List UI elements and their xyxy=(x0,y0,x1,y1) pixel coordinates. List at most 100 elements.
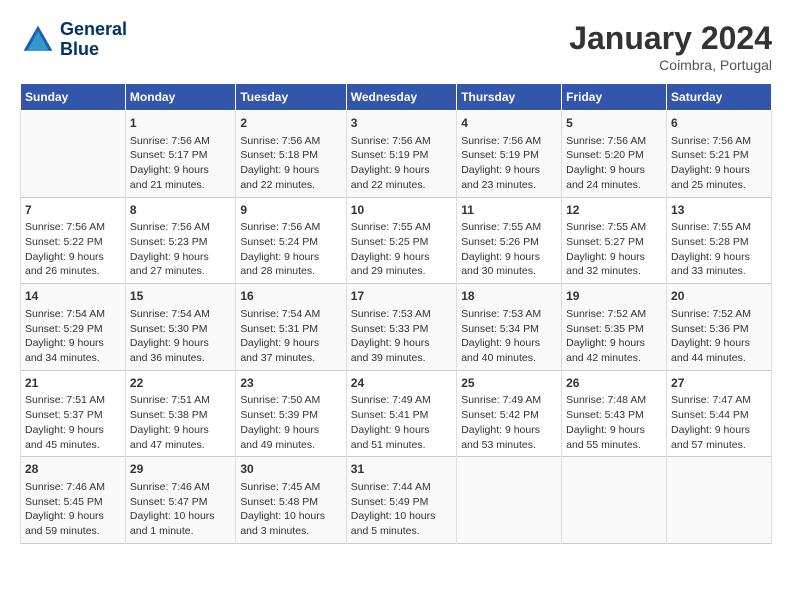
calendar-cell: 22Sunrise: 7:51 AM Sunset: 5:38 PM Dayli… xyxy=(125,370,235,457)
calendar-week-row: 21Sunrise: 7:51 AM Sunset: 5:37 PM Dayli… xyxy=(21,370,772,457)
day-info: Sunrise: 7:56 AM Sunset: 5:24 PM Dayligh… xyxy=(240,220,341,279)
day-info: Sunrise: 7:56 AM Sunset: 5:23 PM Dayligh… xyxy=(130,220,231,279)
calendar-cell: 24Sunrise: 7:49 AM Sunset: 5:41 PM Dayli… xyxy=(346,370,456,457)
day-number: 13 xyxy=(671,202,767,219)
day-info: Sunrise: 7:53 AM Sunset: 5:34 PM Dayligh… xyxy=(461,307,557,366)
calendar-cell: 9Sunrise: 7:56 AM Sunset: 5:24 PM Daylig… xyxy=(236,197,346,284)
calendar-body: 1 Sunrise: 7:56 AM Sunset: 5:17 PM Daylig… xyxy=(21,111,772,544)
header-cell-thursday: Thursday xyxy=(457,84,562,111)
calendar-cell: 11Sunrise: 7:55 AM Sunset: 5:26 PM Dayli… xyxy=(457,197,562,284)
day-info: Sunrise: 7:54 AM Sunset: 5:29 PM Dayligh… xyxy=(25,307,121,366)
day-info: Sunrise: 7:56 AM Sunset: 5:19 PM Dayligh… xyxy=(461,134,557,193)
day-info: Sunrise: 7:56 AM Sunset: 5:19 PM Dayligh… xyxy=(351,134,452,193)
day-number: 20 xyxy=(671,288,767,305)
day-number: 10 xyxy=(351,202,452,219)
calendar-cell xyxy=(562,457,667,544)
day-number: 3 xyxy=(351,115,452,132)
calendar-week-row: 1 Sunrise: 7:56 AM Sunset: 5:17 PM Daylig… xyxy=(21,111,772,198)
header-cell-wednesday: Wednesday xyxy=(346,84,456,111)
calendar-cell: 25Sunrise: 7:49 AM Sunset: 5:42 PM Dayli… xyxy=(457,370,562,457)
calendar-cell: 14 Sunrise: 7:54 AM Sunset: 5:29 PM Dayli… xyxy=(21,284,126,371)
logo-text: General Blue xyxy=(60,20,127,60)
calendar-cell: 20 Sunrise: 7:52 AM Sunset: 5:36 PM Dayli… xyxy=(667,284,772,371)
day-number: 5 xyxy=(566,115,662,132)
day-number: 11 xyxy=(461,202,557,219)
header-cell-monday: Monday xyxy=(125,84,235,111)
logo: General Blue xyxy=(20,20,127,60)
logo-icon xyxy=(20,22,56,58)
day-number: 27 xyxy=(671,375,767,392)
day-number: 30 xyxy=(240,461,341,478)
header-cell-tuesday: Tuesday xyxy=(236,84,346,111)
day-info: Sunrise: 7:48 AM Sunset: 5:43 PM Dayligh… xyxy=(566,393,662,452)
day-info: Sunrise: 7:50 AM Sunset: 5:39 PM Dayligh… xyxy=(240,393,341,452)
title-area: January 2024 Coimbra, Portugal xyxy=(569,20,772,73)
day-info: Sunrise: 7:53 AM Sunset: 5:33 PM Dayligh… xyxy=(351,307,452,366)
calendar-cell: 7Sunrise: 7:56 AM Sunset: 5:22 PM Daylig… xyxy=(21,197,126,284)
day-number: 22 xyxy=(130,375,231,392)
day-number: 16 xyxy=(240,288,341,305)
day-info: Sunrise: 7:49 AM Sunset: 5:42 PM Dayligh… xyxy=(461,393,557,452)
day-number: 12 xyxy=(566,202,662,219)
header-cell-sunday: Sunday xyxy=(21,84,126,111)
header: General Blue January 2024 Coimbra, Portu… xyxy=(20,20,772,73)
day-info: Sunrise: 7:54 AM Sunset: 5:31 PM Dayligh… xyxy=(240,307,341,366)
day-number: 2 xyxy=(240,115,341,132)
day-info: Sunrise: 7:51 AM Sunset: 5:38 PM Dayligh… xyxy=(130,393,231,452)
day-number: 15 xyxy=(130,288,231,305)
day-info: Sunrise: 7:52 AM Sunset: 5:36 PM Dayligh… xyxy=(671,307,767,366)
day-number: 31 xyxy=(351,461,452,478)
calendar-cell: 23Sunrise: 7:50 AM Sunset: 5:39 PM Dayli… xyxy=(236,370,346,457)
day-info: Sunrise: 7:46 AM Sunset: 5:45 PM Dayligh… xyxy=(25,480,121,539)
calendar-cell: 30 Sunrise: 7:45 AM Sunset: 5:48 PM Dayli… xyxy=(236,457,346,544)
calendar-cell: 15 Sunrise: 7:54 AM Sunset: 5:30 PM Dayli… xyxy=(125,284,235,371)
calendar-cell: 28Sunrise: 7:46 AM Sunset: 5:45 PM Dayli… xyxy=(21,457,126,544)
calendar-cell xyxy=(667,457,772,544)
day-info: Sunrise: 7:56 AM Sunset: 5:22 PM Dayligh… xyxy=(25,220,121,279)
calendar-cell: 12Sunrise: 7:55 AM Sunset: 5:27 PM Dayli… xyxy=(562,197,667,284)
calendar-cell: 27Sunrise: 7:47 AM Sunset: 5:44 PM Dayli… xyxy=(667,370,772,457)
calendar-cell: 4Sunrise: 7:56 AM Sunset: 5:19 PM Daylig… xyxy=(457,111,562,198)
header-cell-friday: Friday xyxy=(562,84,667,111)
day-info: Sunrise: 7:52 AM Sunset: 5:35 PM Dayligh… xyxy=(566,307,662,366)
header-cell-saturday: Saturday xyxy=(667,84,772,111)
calendar-cell: 1 Sunrise: 7:56 AM Sunset: 5:17 PM Daylig… xyxy=(125,111,235,198)
day-info: Sunrise: 7:56 AM Sunset: 5:20 PM Dayligh… xyxy=(566,134,662,193)
calendar-cell: 17 Sunrise: 7:53 AM Sunset: 5:33 PM Dayli… xyxy=(346,284,456,371)
calendar-cell: 3 Sunrise: 7:56 AM Sunset: 5:19 PM Daylig… xyxy=(346,111,456,198)
day-number: 25 xyxy=(461,375,557,392)
day-info: Sunrise: 7:55 AM Sunset: 5:28 PM Dayligh… xyxy=(671,220,767,279)
calendar-cell xyxy=(21,111,126,198)
day-info: Sunrise: 7:46 AM Sunset: 5:47 PM Dayligh… xyxy=(130,480,231,539)
calendar-cell: 10Sunrise: 7:55 AM Sunset: 5:25 PM Dayli… xyxy=(346,197,456,284)
calendar-cell: 8Sunrise: 7:56 AM Sunset: 5:23 PM Daylig… xyxy=(125,197,235,284)
day-number: 14 xyxy=(25,288,121,305)
day-number: 17 xyxy=(351,288,452,305)
day-info: Sunrise: 7:55 AM Sunset: 5:26 PM Dayligh… xyxy=(461,220,557,279)
day-info: Sunrise: 7:51 AM Sunset: 5:37 PM Dayligh… xyxy=(25,393,121,452)
calendar-cell: 6 Sunrise: 7:56 AM Sunset: 5:21 PM Daylig… xyxy=(667,111,772,198)
calendar-cell: 19 Sunrise: 7:52 AM Sunset: 5:35 PM Dayli… xyxy=(562,284,667,371)
calendar-cell: 31 Sunrise: 7:44 AM Sunset: 5:49 PM Dayli… xyxy=(346,457,456,544)
day-info: Sunrise: 7:44 AM Sunset: 5:49 PM Dayligh… xyxy=(351,480,452,539)
calendar-cell: 2 Sunrise: 7:56 AM Sunset: 5:18 PM Daylig… xyxy=(236,111,346,198)
calendar-week-row: 28Sunrise: 7:46 AM Sunset: 5:45 PM Dayli… xyxy=(21,457,772,544)
day-number: 24 xyxy=(351,375,452,392)
day-number: 1 xyxy=(130,115,231,132)
day-number: 9 xyxy=(240,202,341,219)
calendar-header-row: SundayMondayTuesdayWednesdayThursdayFrid… xyxy=(21,84,772,111)
day-number: 21 xyxy=(25,375,121,392)
day-number: 6 xyxy=(671,115,767,132)
day-info: Sunrise: 7:56 AM Sunset: 5:18 PM Dayligh… xyxy=(240,134,341,193)
calendar-week-row: 14 Sunrise: 7:54 AM Sunset: 5:29 PM Dayli… xyxy=(21,284,772,371)
day-number: 7 xyxy=(25,202,121,219)
day-number: 19 xyxy=(566,288,662,305)
day-number: 29 xyxy=(130,461,231,478)
day-info: Sunrise: 7:45 AM Sunset: 5:48 PM Dayligh… xyxy=(240,480,341,539)
day-info: Sunrise: 7:56 AM Sunset: 5:17 PM Dayligh… xyxy=(130,134,231,193)
calendar-cell: 16 Sunrise: 7:54 AM Sunset: 5:31 PM Dayli… xyxy=(236,284,346,371)
day-info: Sunrise: 7:56 AM Sunset: 5:21 PM Dayligh… xyxy=(671,134,767,193)
calendar-cell xyxy=(457,457,562,544)
day-number: 26 xyxy=(566,375,662,392)
day-info: Sunrise: 7:54 AM Sunset: 5:30 PM Dayligh… xyxy=(130,307,231,366)
